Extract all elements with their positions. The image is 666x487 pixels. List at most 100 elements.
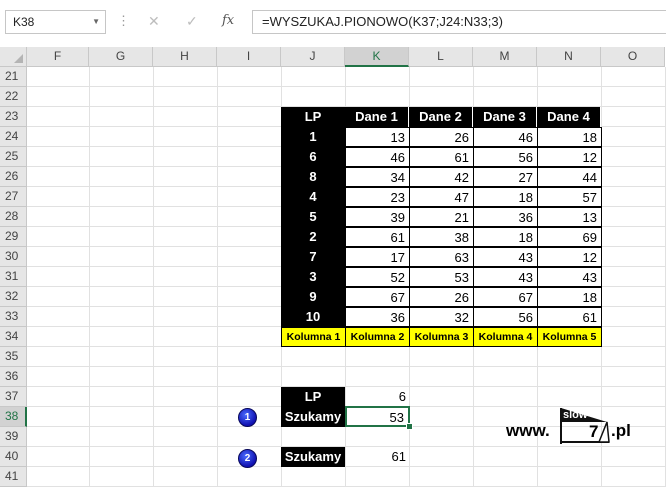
row-header-25[interactable]: 25	[0, 147, 27, 167]
row-header-21[interactable]: 21	[0, 67, 27, 87]
table-cell[interactable]: 43	[473, 267, 538, 287]
table-cell[interactable]: 61	[537, 307, 602, 327]
column-index-label[interactable]: Kolumna 3	[409, 327, 474, 347]
table-header[interactable]: LP	[281, 107, 345, 127]
table-cell[interactable]: 69	[537, 227, 602, 247]
lp-cell[interactable]: 2	[281, 227, 345, 247]
lookup-result-label-2[interactable]: Szukamy	[281, 447, 345, 467]
row-header-32[interactable]: 32	[0, 287, 27, 307]
column-header-l[interactable]: L	[409, 47, 473, 67]
table-cell[interactable]: 17	[345, 247, 410, 267]
table-cell[interactable]: 67	[345, 287, 410, 307]
lookup-lp-value[interactable]: 6	[345, 387, 410, 407]
table-cell[interactable]: 67	[473, 287, 538, 307]
lp-cell[interactable]: 10	[281, 307, 345, 327]
table-cell[interactable]: 13	[537, 207, 602, 227]
table-cell[interactable]: 43	[473, 247, 538, 267]
more-options-icon[interactable]: ⋮	[117, 13, 130, 29]
row-header-24[interactable]: 24	[0, 127, 27, 147]
column-header-j[interactable]: J	[281, 47, 345, 67]
row-header-33[interactable]: 33	[0, 307, 27, 327]
table-cell[interactable]: 18	[537, 127, 602, 147]
table-cell[interactable]: 18	[473, 227, 538, 247]
table-cell[interactable]: 18	[473, 187, 538, 207]
table-cell[interactable]: 61	[345, 227, 410, 247]
table-cell[interactable]: 56	[473, 147, 538, 167]
table-cell[interactable]: 34	[345, 167, 410, 187]
table-cell[interactable]: 36	[473, 207, 538, 227]
row-header-34[interactable]: 34	[0, 327, 27, 347]
column-header-g[interactable]: G	[89, 47, 153, 67]
table-cell[interactable]: 44	[537, 167, 602, 187]
formula-input[interactable]: =WYSZUKAJ.PIONOWO(K37;J24:N33;3)	[252, 10, 666, 34]
table-cell[interactable]: 42	[409, 167, 474, 187]
column-header-i[interactable]: I	[217, 47, 281, 67]
table-cell[interactable]: 57	[537, 187, 602, 207]
row-header-29[interactable]: 29	[0, 227, 27, 247]
lp-cell[interactable]: 7	[281, 247, 345, 267]
fill-handle[interactable]	[406, 423, 413, 430]
table-cell[interactable]: 47	[409, 187, 474, 207]
row-header-26[interactable]: 26	[0, 167, 27, 187]
lp-cell[interactable]: 1	[281, 127, 345, 147]
lookup-result-2[interactable]: 61	[345, 447, 410, 467]
row-header-28[interactable]: 28	[0, 207, 27, 227]
cancel-icon[interactable]: ✕	[148, 13, 160, 30]
row-header-31[interactable]: 31	[0, 267, 27, 287]
table-cell[interactable]: 23	[345, 187, 410, 207]
table-cell[interactable]: 61	[409, 147, 474, 167]
table-cell[interactable]: 26	[409, 127, 474, 147]
table-cell[interactable]: 52	[345, 267, 410, 287]
table-cell[interactable]: 12	[537, 247, 602, 267]
table-cell[interactable]: 46	[345, 147, 410, 167]
row-header-22[interactable]: 22	[0, 87, 27, 107]
lp-cell[interactable]: 5	[281, 207, 345, 227]
table-cell[interactable]: 38	[409, 227, 474, 247]
table-cell[interactable]: 56	[473, 307, 538, 327]
table-header[interactable]: Dane 4	[537, 107, 601, 127]
table-cell[interactable]: 18	[537, 287, 602, 307]
column-index-label[interactable]: Kolumna 4	[473, 327, 538, 347]
table-cell[interactable]: 26	[409, 287, 474, 307]
table-cell[interactable]: 21	[409, 207, 474, 227]
column-header-m[interactable]: M	[473, 47, 537, 67]
lookup-lp-label[interactable]: LP	[281, 387, 345, 407]
row-header-27[interactable]: 27	[0, 187, 27, 207]
row-header-39[interactable]: 39	[0, 427, 27, 447]
lp-cell[interactable]: 3	[281, 267, 345, 287]
insert-function-icon[interactable]: fx	[222, 13, 234, 28]
row-header-35[interactable]: 35	[0, 347, 27, 367]
name-box[interactable]: K38 ▼	[5, 10, 106, 34]
table-cell[interactable]: 36	[345, 307, 410, 327]
table-cell[interactable]: 32	[409, 307, 474, 327]
row-header-40[interactable]: 40	[0, 447, 27, 467]
table-cell[interactable]: 43	[537, 267, 602, 287]
column-index-label[interactable]: Kolumna 5	[537, 327, 602, 347]
lookup-result-label-1[interactable]: Szukamy	[281, 407, 345, 427]
table-cell[interactable]: 46	[473, 127, 538, 147]
lp-cell[interactable]: 9	[281, 287, 345, 307]
table-cell[interactable]: 63	[409, 247, 474, 267]
row-header-37[interactable]: 37	[0, 387, 27, 407]
column-index-label[interactable]: Kolumna 1	[281, 327, 346, 347]
table-header[interactable]: Dane 2	[409, 107, 473, 127]
table-cell[interactable]: 53	[409, 267, 474, 287]
lp-cell[interactable]: 4	[281, 187, 345, 207]
confirm-icon[interactable]: ✓	[186, 13, 198, 30]
table-cell[interactable]: 13	[345, 127, 410, 147]
lp-cell[interactable]: 8	[281, 167, 345, 187]
column-header-h[interactable]: H	[153, 47, 217, 67]
lp-cell[interactable]: 6	[281, 147, 345, 167]
row-header-41[interactable]: 41	[0, 467, 27, 487]
row-header-36[interactable]: 36	[0, 367, 27, 387]
column-header-k[interactable]: K	[345, 47, 409, 67]
column-header-f[interactable]: F	[27, 47, 89, 67]
lookup-result-1[interactable]: 53	[345, 406, 410, 427]
table-header[interactable]: Dane 3	[473, 107, 537, 127]
column-header-n[interactable]: N	[537, 47, 601, 67]
table-cell[interactable]: 39	[345, 207, 410, 227]
table-cell[interactable]: 27	[473, 167, 538, 187]
table-header[interactable]: Dane 1	[345, 107, 409, 127]
select-all-corner[interactable]	[0, 47, 27, 67]
row-header-38[interactable]: 38	[0, 407, 27, 427]
